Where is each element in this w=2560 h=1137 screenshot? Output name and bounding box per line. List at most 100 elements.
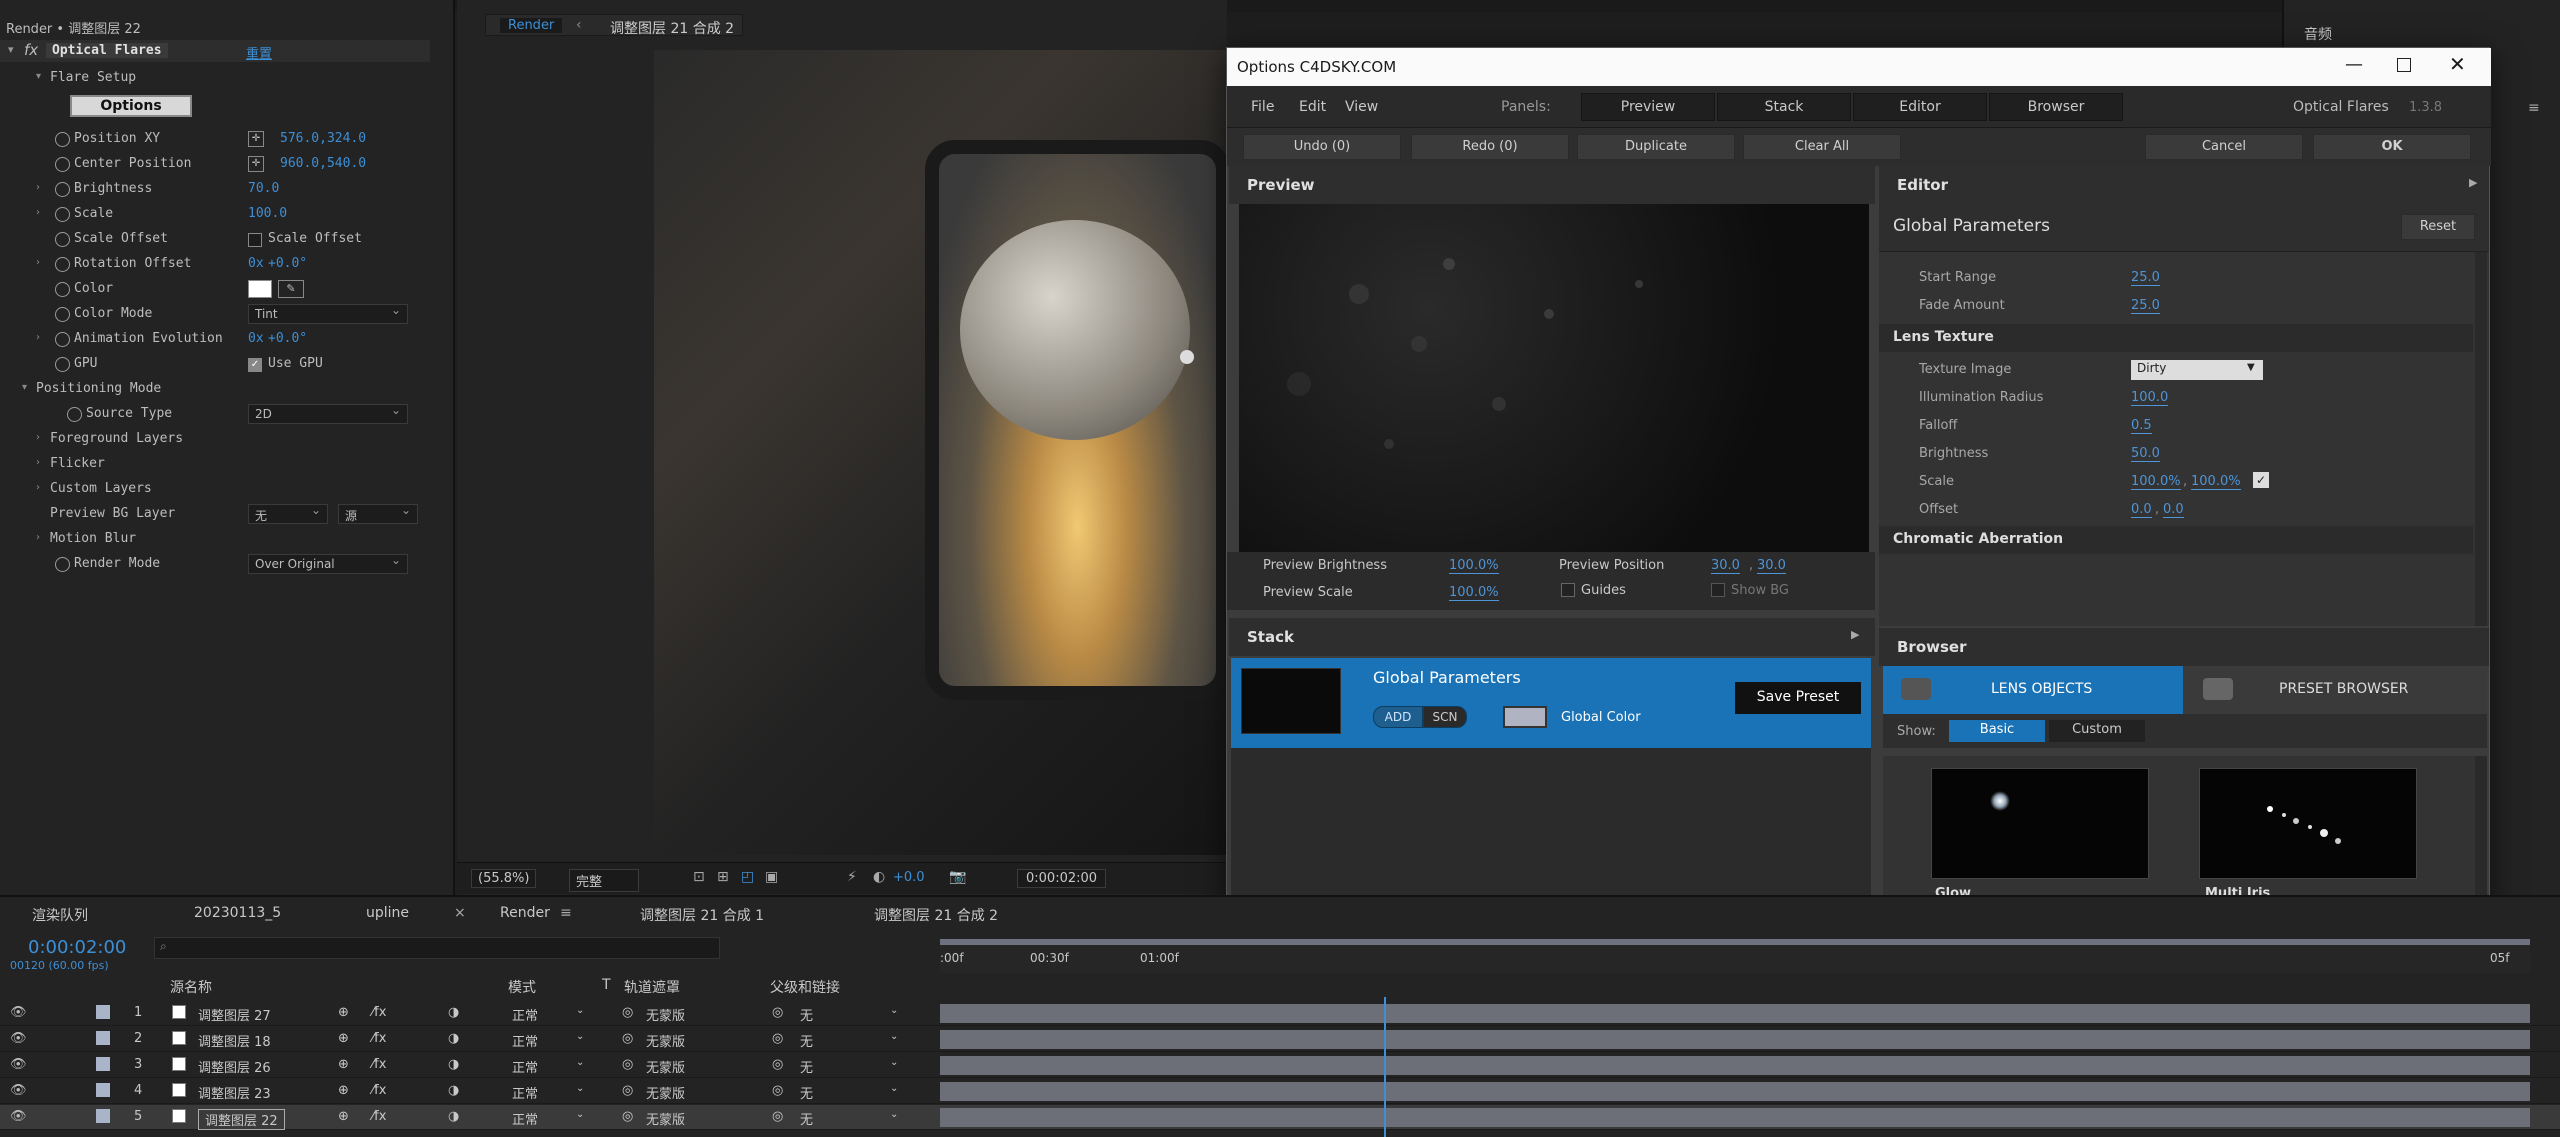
table-row[interactable]: 👁 4 调整图层 23 ⊕ ⁄fx ◑ 正常 ⌄ ◎ 无蒙版 ◎ 无 ⌄	[0, 1079, 2560, 1104]
close-icon[interactable]: ✕	[2449, 52, 2466, 76]
fx-switch-icon[interactable]: ⁄fx	[372, 1005, 386, 1020]
scale-x-value[interactable]: 100.0%	[2131, 474, 2181, 490]
expand-arrow-icon[interactable]: ›	[36, 182, 40, 193]
fx-dropdown[interactable]: 2D	[248, 403, 408, 424]
pickwhip-icon[interactable]: ◎	[772, 1109, 783, 1124]
track-matte-icon[interactable]: ◎	[622, 1005, 633, 1020]
track-matte-icon[interactable]: ◎	[622, 1109, 633, 1124]
channel-icon[interactable]: ▣	[765, 869, 778, 885]
flare-position-handle[interactable]	[1180, 350, 1194, 364]
dialog-title-bar[interactable]: Options C4DSKY.COM — ✕	[1227, 48, 2491, 86]
fx-switch-icon[interactable]: ⁄fx	[372, 1057, 386, 1072]
parent-dropdown[interactable]: 无	[800, 1109, 813, 1128]
ok-button[interactable]: OK	[2313, 134, 2471, 160]
panel-tab-editor[interactable]: Editor	[1853, 93, 1987, 121]
layer-name[interactable]: 调整图层 22	[198, 1109, 285, 1130]
table-row[interactable]: 👁 5 调整图层 22 ⊕ ⁄fx ◑ 正常 ⌄ ◎ 无蒙版 ◎ 无 ⌄	[0, 1105, 2560, 1130]
checkbox[interactable]	[248, 233, 262, 247]
offset-y-value[interactable]: 0.0	[2163, 502, 2184, 518]
flare-setup-row[interactable]: ▾ Flare Setup	[0, 66, 455, 91]
lens-thumb-glow[interactable]	[1931, 768, 2149, 879]
effect-header-row[interactable]: ▾ fx Optical Flares 重置	[0, 40, 430, 62]
layer-name[interactable]: 调整图层 23	[198, 1083, 271, 1102]
chevron-down-icon[interactable]: ⌄	[890, 1083, 898, 1094]
col-parent[interactable]: 父级和链接	[770, 977, 840, 997]
lens-texture-header[interactable]: Lens Texture	[1879, 324, 2473, 352]
fx-row-animation-evolution[interactable]: › Animation Evolution 0x +0.0°	[0, 327, 455, 352]
fx-row-center-position[interactable]: Center Position ✛ 960.0,540.0	[0, 152, 455, 177]
cancel-button[interactable]: Cancel	[2145, 134, 2303, 160]
fx-row-value[interactable]: 100.0	[248, 206, 287, 221]
stopwatch-icon[interactable]	[67, 407, 82, 422]
col-source[interactable]: 源名称	[170, 977, 212, 997]
chevron-down-icon[interactable]: ⌄	[890, 1005, 898, 1016]
region-icon[interactable]: ⊡	[693, 869, 705, 885]
fx-row-preview-bg-layer[interactable]: Preview BG Layer 无源	[0, 502, 455, 527]
checkbox[interactable]: ✓	[248, 358, 262, 372]
fx-row-value[interactable]: +0.0°	[268, 256, 307, 271]
panel-tab-preview[interactable]: Preview	[1581, 93, 1715, 121]
maximize-icon[interactable]	[2397, 58, 2411, 72]
parent-dropdown[interactable]: 无	[800, 1057, 813, 1076]
fx-row-rotation-offset[interactable]: › Rotation Offset 0x +0.0°	[0, 252, 455, 277]
fx-switch-icon[interactable]: ⁄fx	[372, 1109, 386, 1124]
track-matte-dropdown[interactable]: 无蒙版	[646, 1057, 685, 1076]
grid-icon[interactable]: ⊞	[717, 869, 729, 885]
menu-edit[interactable]: Edit	[1299, 99, 1326, 115]
exposure-icon[interactable]: ◐	[873, 869, 885, 885]
expand-arrow-icon[interactable]: ›	[36, 432, 40, 443]
mode-dropdown[interactable]: 正常	[512, 1083, 538, 1102]
fx-row-scale[interactable]: › Scale 100.0	[0, 202, 455, 227]
global-color-swatch[interactable]	[1503, 706, 1547, 728]
preview-canvas[interactable]	[1239, 204, 1869, 552]
guides-checkbox[interactable]	[1561, 583, 1575, 597]
tab-render[interactable]: Render	[500, 18, 563, 33]
save-preset-button[interactable]: Save Preset	[1735, 682, 1861, 714]
work-area-bar[interactable]	[940, 939, 2530, 945]
layer-duration-bar[interactable]	[940, 1030, 2530, 1049]
shy-icon[interactable]: ⊕	[338, 1057, 349, 1072]
stopwatch-icon[interactable]	[55, 282, 70, 297]
stopwatch-icon[interactable]	[55, 132, 70, 147]
tab-menu-icon[interactable]: ≡	[560, 905, 572, 921]
crosshair-icon[interactable]: ✛	[248, 131, 264, 147]
zoom-dropdown[interactable]: (55.8%)	[471, 869, 537, 888]
clear-all-button[interactable]: Clear All	[1743, 134, 1901, 160]
track-matte-dropdown[interactable]: 无蒙版	[646, 1083, 685, 1102]
options-button[interactable]: Options	[70, 95, 192, 117]
panel-tab-browser[interactable]: Browser	[1989, 93, 2123, 121]
color-swatch[interactable]	[248, 280, 272, 298]
preview-position-y[interactable]: 30.0	[1757, 558, 1786, 574]
expand-arrow-icon[interactable]: ›	[36, 482, 40, 493]
current-time[interactable]: 0:00:02:00	[1017, 869, 1107, 888]
mode-dropdown[interactable]: 正常	[512, 1057, 538, 1076]
eye-icon[interactable]: 👁	[10, 1005, 27, 1020]
fx-row-brightness[interactable]: › Brightness 70.0	[0, 177, 455, 202]
tab-render-queue[interactable]: 渲染队列	[32, 905, 88, 925]
breadcrumb[interactable]: 调整图层 21 合成 2	[610, 18, 734, 38]
tab-comp-21-1[interactable]: 调整图层 21 合成 1	[640, 905, 764, 925]
fx-switch-icon[interactable]: ⁄fx	[372, 1083, 386, 1098]
timeline-timecode[interactable]: 0:00:02:00	[28, 937, 126, 958]
stopwatch-icon[interactable]	[55, 257, 70, 272]
label-color[interactable]	[96, 1083, 110, 1097]
mode-dropdown[interactable]: 正常	[512, 1109, 538, 1128]
filter-custom[interactable]: Custom	[2049, 720, 2145, 742]
chevron-down-icon[interactable]: ⌄	[576, 1057, 584, 1068]
chevron-down-icon[interactable]: ⌄	[890, 1031, 898, 1042]
minimize-icon[interactable]: —	[2345, 54, 2363, 75]
scale-y-value[interactable]: 100.0%	[2191, 474, 2241, 490]
mode-dropdown[interactable]: 正常	[512, 1005, 538, 1024]
stopwatch-icon[interactable]	[55, 332, 70, 347]
table-row[interactable]: 👁 1 调整图层 27 ⊕ ⁄fx ◑ 正常 ⌄ ◎ 无蒙版 ◎ 无 ⌄	[0, 1001, 2560, 1026]
stopwatch-icon[interactable]	[55, 157, 70, 172]
layer-name[interactable]: 调整图层 27	[198, 1005, 271, 1024]
pickwhip-icon[interactable]: ◎	[772, 1083, 783, 1098]
row-value[interactable]: 0.5	[2131, 418, 2152, 434]
filter-basic[interactable]: Basic	[1949, 720, 2045, 742]
time-ruler[interactable]: :00f 00:30f 01:00f 05f	[940, 939, 2530, 973]
track-matte-dropdown[interactable]: 无蒙版	[646, 1031, 685, 1050]
pickwhip-icon[interactable]: ◎	[772, 1057, 783, 1072]
tab-comp-upline[interactable]: upline	[366, 905, 409, 921]
fx-row-value[interactable]: 70.0	[248, 181, 279, 196]
